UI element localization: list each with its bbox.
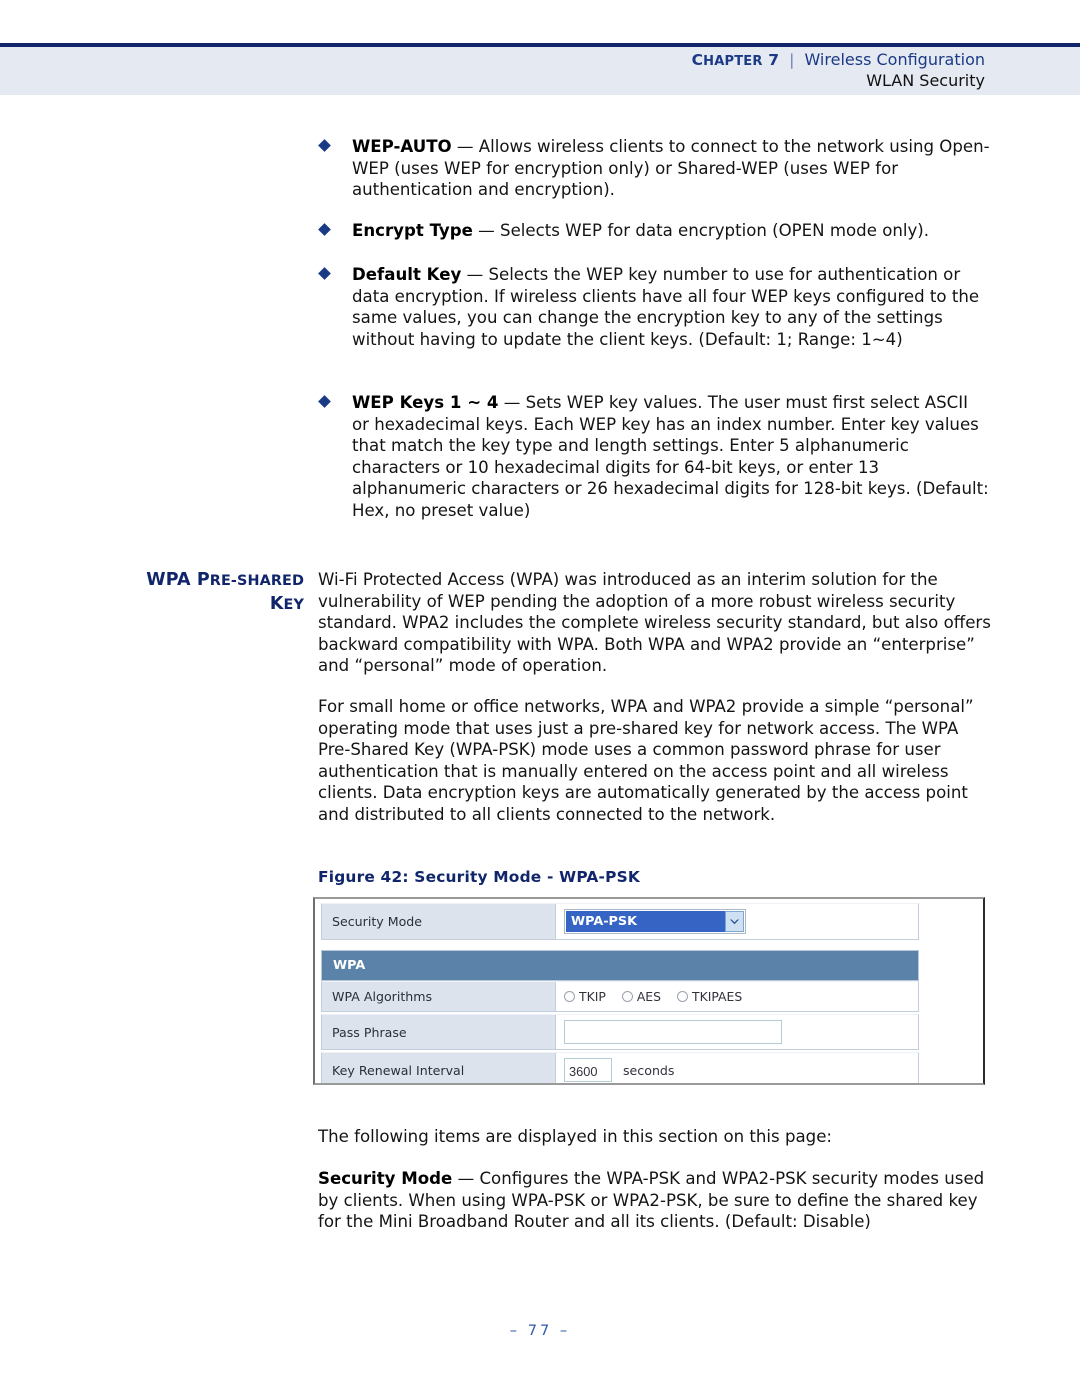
radio-option-tkip[interactable]: TKIP — [564, 989, 606, 1004]
figure-caption: Figure 42: Security Mode - WPA-PSK — [318, 868, 640, 886]
security-mode-selected-value: WPA-PSK — [566, 911, 725, 932]
radio-button-icon[interactable] — [564, 991, 575, 1002]
pass-phrase-label: Pass Phrase — [322, 1015, 556, 1049]
radio-label: TKIP — [579, 989, 606, 1004]
header-separator: | — [789, 51, 795, 69]
security-mode-select[interactable]: WPA-PSK — [564, 909, 746, 934]
header-subsection-title: WLAN Security — [866, 71, 985, 90]
table-spacer — [321, 940, 919, 950]
pass-phrase-input[interactable] — [564, 1020, 782, 1044]
bullet-wep-auto: WEP-AUTO — Allows wireless clients to co… — [318, 136, 990, 201]
bullet-term: Encrypt Type — [352, 221, 473, 240]
diamond-bullet-icon — [318, 223, 331, 236]
radio-option-aes[interactable]: AES — [621, 989, 661, 1004]
bullet-dash: — — [478, 221, 495, 240]
bullet-term: WEP Keys 1 ~ 4 — [352, 393, 499, 412]
security-mode-term: Security Mode — [318, 1169, 453, 1188]
wpa-algorithms-label: WPA Algorithms — [322, 982, 556, 1011]
chapter-number: 7 — [768, 51, 780, 69]
side-heading-l2-a: K — [269, 594, 284, 614]
bullet-dash: — — [503, 393, 521, 412]
chapter-word-initial: C — [691, 51, 704, 69]
bullet-dash: — — [466, 265, 484, 284]
diamond-bullet-icon — [318, 395, 331, 408]
diamond-bullet-icon — [318, 267, 331, 280]
radio-option-tkipaes[interactable]: TKIPAES — [677, 989, 742, 1004]
security-mode-label: Security Mode — [322, 904, 556, 939]
bullet-text: Sets WEP key values. The user must first… — [352, 393, 989, 520]
row-key-renewal-interval: Key Renewal Interval seconds — [321, 1052, 919, 1083]
key-renewal-unit-label: seconds — [623, 1062, 675, 1078]
diamond-bullet-icon — [318, 139, 331, 152]
paragraph-security-mode: Security Mode — Configures the WPA-PSK a… — [318, 1168, 993, 1233]
header-section-title: Wireless Configuration — [804, 50, 985, 69]
side-heading-line1: WPA PRE-SHARED — [146, 570, 304, 590]
radio-button-icon[interactable] — [677, 991, 688, 1002]
bullet-item: WEP-AUTO — Allows wireless clients to co… — [318, 136, 990, 201]
side-heading-line2: KEY — [270, 594, 304, 614]
bullet-item: WEP Keys 1 ~ 4 — Sets WEP key values. Th… — [318, 392, 990, 522]
section-side-heading: WPA PRE-SHARED KEY — [100, 569, 304, 617]
wpa-algorithms-field: TKIP AES TKIPAES — [556, 982, 918, 1011]
bullet-item: Encrypt Type — Selects WEP for data encr… — [318, 220, 990, 242]
page-footer: – 77 – — [509, 1322, 571, 1339]
side-heading-l1-cap: HARED — [247, 573, 304, 589]
row-pass-phrase: Pass Phrase — [321, 1014, 919, 1050]
bullet-default-key: Default Key — Selects the WEP key number… — [318, 264, 990, 350]
chapter-word-rest: HAPTER — [703, 54, 763, 69]
bullet-term: WEP-AUTO — [352, 137, 452, 156]
wpa-psk-settings-table: Security Mode WPA-PSK WPA WPA Algorithms… — [321, 903, 919, 1083]
row-security-mode: Security Mode WPA-PSK — [321, 903, 919, 940]
bullet-term: Default Key — [352, 265, 462, 284]
pass-phrase-field — [556, 1015, 918, 1049]
security-mode-dash: — — [457, 1169, 475, 1188]
key-renewal-interval-input[interactable] — [564, 1058, 612, 1082]
bullet-wep-keys: WEP Keys 1 ~ 4 — Sets WEP key values. Th… — [318, 392, 990, 522]
paragraph-wpa-intro: Wi-Fi Protected Access (WPA) was introdu… — [318, 570, 991, 676]
side-heading-l2-sc: EY — [283, 597, 304, 613]
radio-label: TKIPAES — [692, 989, 743, 1004]
bullet-encrypt-type: Encrypt Type — Selects WEP for data encr… — [318, 220, 990, 242]
bullet-text: Selects WEP for data encryption (OPEN mo… — [500, 221, 930, 240]
header-chapter-line: CHAPTER 7 | Wireless Configuration — [692, 50, 985, 69]
paragraph-wpa-personal: For small home or office networks, WPA a… — [318, 697, 974, 824]
key-renewal-interval-label: Key Renewal Interval — [322, 1053, 556, 1083]
bullet-item: Default Key — Selects the WEP key number… — [318, 264, 990, 350]
radio-label: AES — [636, 989, 661, 1004]
side-heading-l1-a: WPA P — [146, 570, 210, 590]
paragraph-following-items: The following items are displayed in thi… — [318, 1127, 832, 1146]
wpa-section-bar: WPA — [321, 950, 919, 981]
wpa-algorithms-radio-group: TKIP AES TKIPAES — [564, 989, 758, 1004]
chevron-down-icon[interactable] — [725, 911, 744, 932]
side-heading-l1-sc: RE-S — [209, 573, 248, 589]
bullet-dash: — — [456, 137, 474, 156]
chapter-label: CHAPTER 7 — [692, 51, 780, 69]
radio-button-icon[interactable] — [621, 991, 633, 1002]
security-mode-field: WPA-PSK — [556, 904, 918, 939]
key-renewal-interval-field: seconds — [556, 1053, 918, 1083]
row-wpa-algorithms: WPA Algorithms TKIP AES TKIPAES — [321, 981, 919, 1012]
figure-security-mode-wpa-psk: Security Mode WPA-PSK WPA WPA Algorithms… — [313, 897, 985, 1085]
